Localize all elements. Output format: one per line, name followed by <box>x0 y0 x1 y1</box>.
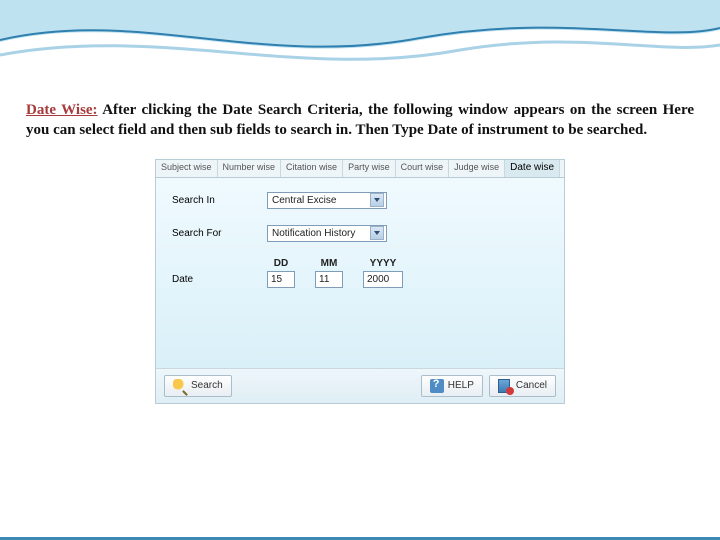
search-for-value: Notification History <box>272 228 355 239</box>
cancel-icon <box>498 379 512 393</box>
paragraph: Date Wise: After clicking the Date Searc… <box>26 100 694 141</box>
search-in-value: Central Excise <box>272 195 336 206</box>
search-for-label: Search For <box>172 228 267 239</box>
chevron-down-icon <box>370 226 384 240</box>
dd-input[interactable]: 15 <box>267 271 295 288</box>
help-button[interactable]: HELP <box>421 375 483 397</box>
search-in-select[interactable]: Central Excise <box>267 192 387 209</box>
search-icon <box>173 379 187 393</box>
chevron-down-icon <box>370 193 384 207</box>
decorative-wave <box>0 0 720 80</box>
mm-input[interactable]: 11 <box>315 271 343 288</box>
tab-number-wise[interactable]: Number wise <box>218 160 282 177</box>
yyyy-header: YYYY <box>363 258 403 269</box>
help-icon <box>430 379 444 393</box>
tab-date-wise[interactable]: Date wise <box>505 160 560 177</box>
footer-bar: Search HELP Cancel <box>156 368 564 403</box>
help-button-label: HELP <box>448 380 474 391</box>
cancel-button-label: Cancel <box>516 380 547 391</box>
heading-body: After clicking the Date Search Criteria,… <box>26 102 694 138</box>
mm-header: MM <box>315 258 343 269</box>
tab-judge-wise[interactable]: Judge wise <box>449 160 505 177</box>
yyyy-input[interactable]: 2000 <box>363 271 403 288</box>
search-for-select[interactable]: Notification History <box>267 225 387 242</box>
cancel-button[interactable]: Cancel <box>489 375 556 397</box>
tab-court-wise[interactable]: Court wise <box>396 160 450 177</box>
dd-header: DD <box>267 258 295 269</box>
date-label: Date <box>172 274 267 285</box>
search-in-label: Search In <box>172 195 267 206</box>
tab-party-wise[interactable]: Party wise <box>343 160 396 177</box>
tab-citation-wise[interactable]: Citation wise <box>281 160 343 177</box>
search-button-label: Search <box>191 380 223 391</box>
tab-subject-wise[interactable]: Subject wise <box>156 160 218 177</box>
heading-lead: Date Wise: <box>26 102 98 118</box>
search-button[interactable]: Search <box>164 375 232 397</box>
app-window: Subject wise Number wise Citation wise P… <box>155 159 565 404</box>
form-area: Search In Central Excise Search For Noti… <box>156 178 564 403</box>
date-inputs: 15 11 2000 <box>267 271 403 288</box>
tab-bar: Subject wise Number wise Citation wise P… <box>156 160 564 178</box>
date-header: DD MM YYYY <box>267 258 548 269</box>
